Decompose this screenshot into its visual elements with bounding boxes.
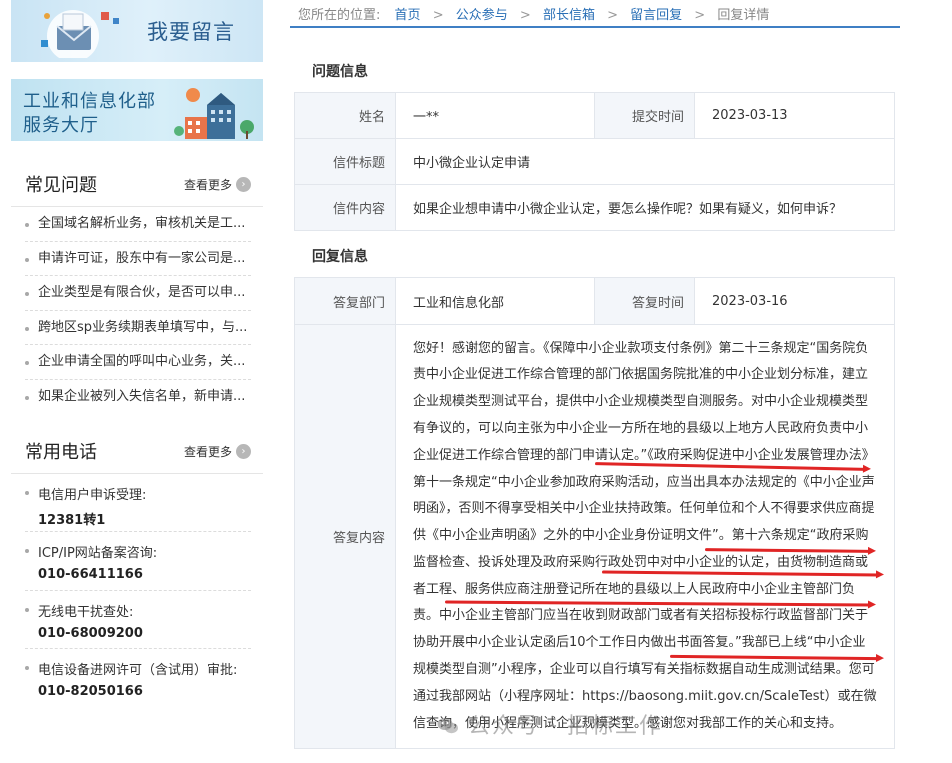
faq-item[interactable]: 申请许可证，股东中有一家公司是...	[25, 242, 251, 276]
chevron-right-icon: ›	[236, 444, 251, 459]
faq-title: 常见问题	[25, 175, 97, 196]
breadcrumb-home[interactable]: 首页	[395, 8, 421, 23]
table-row: 信件标题 中小微企业认定申请	[294, 138, 895, 185]
content-value: 如果企业想申请中小微企业认定，要怎么操作呢？如果有疑义，如何申诉？	[395, 184, 895, 231]
breadcrumb-divider	[290, 26, 900, 28]
subject-label: 信件标题	[294, 138, 396, 185]
building-illustration	[174, 88, 254, 139]
phone-number: 010-66411166	[38, 567, 143, 583]
faq-item[interactable]: 企业申请全国的呼叫中心业务，关...	[25, 345, 251, 380]
breadcrumb-separator: >	[607, 8, 618, 23]
phone-number: 010-82050166	[38, 683, 143, 699]
reply-dept-label: 答复部门	[294, 277, 396, 325]
table-row: 信件内容 如果企业想申请中小微企业认定，要怎么操作呢？如果有疑义，如何申诉？	[294, 184, 895, 231]
reply-dept-value: 工业和信息化部	[395, 277, 595, 325]
leave-message-banner[interactable]: 我要留言	[11, 0, 263, 62]
faq-panel-header: 常见问题 查看更多 ›	[11, 159, 263, 207]
table-row: 答复内容 您好！感谢您的留言。《保障中小企业款项支付条例》第二十三条规定“国务院…	[294, 324, 895, 749]
breadcrumb-separator: >	[519, 8, 531, 23]
faq-list: 全国域名解析业务，审核机关是工... 申请许可证，股东中有一家公司是... 企业…	[11, 207, 263, 414]
faq-item[interactable]: 跨地区sp业务续期表单填写中，与...	[25, 311, 251, 345]
breadcrumb-current: 回复详情	[717, 8, 770, 23]
breadcrumb-separator: >	[694, 8, 706, 23]
phone-label: 无线电干扰查处:	[38, 604, 134, 620]
breadcrumb-separator: >	[432, 8, 444, 23]
question-table: 姓名 一** 提交时间 2023-03-13 信件标题 中小微企业认定申请 信件…	[294, 92, 895, 231]
wechat-icon	[437, 718, 458, 734]
sidebar: 我要留言 工业和信息化部 服务大厅 常见问题 查看更多 › 全国域名解析业务，审…	[0, 0, 280, 763]
breadcrumb-minister-mailbox[interactable]: 部长信箱	[543, 8, 595, 23]
service-hall-line1: 工业和信息化部	[23, 91, 156, 112]
reply-content-cell: 您好！感谢您的留言。《保障中小企业款项支付条例》第二十三条规定“国务院负责中小企…	[395, 324, 895, 749]
phone-number: 010-68009200	[38, 625, 143, 641]
phone-item: 电信用户申诉受理: 12381转1	[25, 474, 251, 533]
table-row: 姓名 一** 提交时间 2023-03-13	[294, 92, 895, 139]
service-hall-line2: 服务大厅	[23, 115, 99, 136]
name-value: 一**	[395, 92, 595, 139]
content-label: 信件内容	[294, 184, 396, 231]
faq-more-link[interactable]: 查看更多 ›	[184, 176, 251, 193]
phone-list: 电信用户申诉受理: 12381转1 ICP/IP网站备案咨询: 010-6641…	[11, 474, 263, 707]
reply-section-title: 回复信息	[312, 249, 368, 265]
phone-item: ICP/IP网站备案咨询: 010-66411166	[25, 532, 251, 591]
table-row: 答复部门 工业和信息化部 答复时间 2023-03-16	[294, 277, 895, 325]
phone-label: ICP/IP网站备案咨询:	[38, 546, 158, 562]
phones-panel: 常用电话 查看更多 › 电信用户申诉受理: 12381转1 ICP/IP网站备案…	[11, 426, 263, 706]
faq-item[interactable]: 全国域名解析业务，审核机关是工...	[25, 207, 251, 242]
breadcrumb-public-participation[interactable]: 公众参与	[456, 8, 508, 23]
phone-item: 电信设备进网许可（含试用）审批: 010-82050166	[25, 649, 251, 707]
phone-number: 12381转1	[38, 513, 106, 528]
subject-value: 中小微企业认定申请	[395, 138, 895, 185]
phone-label: 电信用户申诉受理:	[38, 488, 147, 503]
phones-more-link[interactable]: 查看更多 ›	[184, 443, 251, 460]
faq-item[interactable]: 企业类型是有限合伙，是否可以申...	[25, 276, 251, 311]
phones-panel-header: 常用电话 查看更多 ›	[11, 426, 263, 474]
question-section-title: 问题信息	[312, 64, 368, 80]
name-label: 姓名	[294, 92, 396, 139]
faq-panel: 常见问题 查看更多 › 全国域名解析业务，审核机关是工... 申请许可证，股东中…	[11, 159, 263, 407]
phone-item: 无线电干扰查处: 010-68009200	[25, 591, 251, 649]
reply-content-value: 您好！感谢您的留言。《保障中小企业款项支付条例》第二十三条规定“国务院负责中小企…	[413, 340, 877, 731]
submit-time-label: 提交时间	[594, 92, 695, 139]
chevron-right-icon: ›	[236, 177, 251, 192]
faq-item[interactable]: 如果企业被列入失信名单，新申请...	[25, 380, 251, 415]
faq-more-label: 查看更多	[183, 178, 232, 192]
reply-content-label: 答复内容	[294, 324, 396, 749]
envelope-icon	[41, 10, 119, 58]
reply-time-value: 2023-03-16	[694, 277, 895, 325]
breadcrumb-prefix: 您所在的位置:	[298, 8, 381, 23]
submit-time-value: 2023-03-13	[694, 92, 895, 139]
main-content: 您所在的位置: 首页 > 公众参与 > 部长信箱 > 留言回复 > 回复详情 问…	[280, 0, 952, 763]
breadcrumb: 您所在的位置: 首页 > 公众参与 > 部长信箱 > 留言回复 > 回复详情	[298, 4, 769, 23]
phone-label: 电信设备进网许可（含试用）审批:	[38, 662, 238, 678]
breadcrumb-message-reply[interactable]: 留言回复	[630, 8, 682, 23]
watermark-text: 公众号 · 招标工作	[468, 714, 663, 739]
phones-more-label: 查看更多	[183, 445, 232, 459]
reply-table: 答复部门 工业和信息化部 答复时间 2023-03-16 答复内容 您好！感谢您…	[294, 277, 895, 749]
watermark: 公众号 · 招标工作	[437, 708, 663, 740]
leave-message-title: 我要留言	[147, 20, 235, 44]
phones-title: 常用电话	[25, 442, 97, 463]
reply-time-label: 答复时间	[594, 277, 695, 325]
service-hall-banner[interactable]: 工业和信息化部 服务大厅	[11, 79, 263, 141]
